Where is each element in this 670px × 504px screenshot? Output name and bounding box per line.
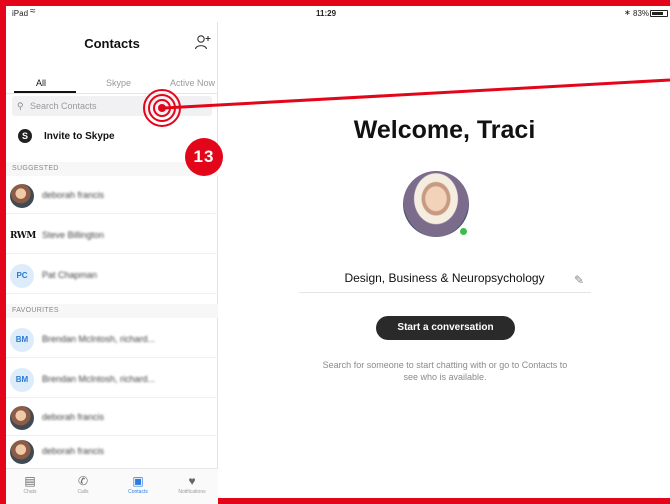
tab-contacts[interactable]: ▣ Contacts: [118, 474, 158, 495]
avatar: [10, 440, 34, 464]
search-icon: ⚲: [17, 101, 24, 111]
contact-name: Brendan McIntosh, richard...: [42, 334, 156, 344]
status-bar: iPad ≈ 11:29 ∗ 83%: [6, 6, 670, 22]
welcome-heading: Welcome, Traci: [353, 116, 536, 144]
list-item[interactable]: deborah francis: [6, 434, 218, 470]
avatar: [10, 184, 34, 208]
contacts-sidebar: Contacts All Skype Active Now ⚲ Search C…: [6, 22, 218, 504]
invite-label: Invite to Skype: [44, 131, 115, 142]
mood-message[interactable]: Design, Business & Neuropsychology: [219, 271, 670, 285]
start-hint-text: Search for someone to start chatting wit…: [322, 360, 568, 382]
battery-percent: 83%: [633, 9, 650, 18]
tab-notifications[interactable]: ♥ Notifications: [172, 474, 212, 495]
avatar: [10, 406, 34, 430]
tab-label: Chats: [23, 489, 37, 495]
online-status-indicator: [458, 226, 469, 237]
device-label: iPad: [12, 9, 29, 18]
mood-underline: [299, 292, 591, 293]
contact-name: deborah francis: [42, 446, 105, 456]
bell-icon: ♥: [188, 474, 196, 488]
tab-chats[interactable]: ▤ Chats: [10, 474, 50, 495]
search-placeholder: Search Contacts: [30, 101, 97, 111]
list-item[interactable]: BM Brendan McIntosh, richard...: [6, 322, 218, 358]
add-contact-icon[interactable]: [194, 33, 212, 51]
section-favourites: FAVOURITES: [6, 304, 218, 318]
tab-calls[interactable]: ✆ Calls: [63, 474, 103, 495]
contacts-icon: ▣: [132, 474, 144, 488]
tab-active-now[interactable]: Active Now: [170, 78, 215, 88]
invite-to-skype-button[interactable]: S Invite to Skype: [6, 126, 218, 150]
list-item[interactable]: deborah francis: [6, 178, 218, 214]
tab-divider: [6, 93, 218, 94]
bluetooth-icon: ∗: [624, 8, 631, 17]
phone-icon: ✆: [77, 474, 89, 488]
start-conversation-button[interactable]: Start a conversation: [376, 316, 515, 340]
list-item[interactable]: BM Brendan McIntosh, richard...: [6, 362, 218, 398]
sidebar-title: Contacts: [84, 36, 140, 51]
wifi-icon: ≈: [30, 6, 36, 17]
list-item[interactable]: PC Pat Chapman: [6, 258, 218, 294]
list-item[interactable]: deborah francis: [6, 400, 218, 436]
tab-skype[interactable]: Skype: [106, 78, 131, 88]
status-time: 11:29: [316, 9, 337, 18]
avatar: PC: [10, 264, 34, 288]
tab-label: Calls: [77, 489, 89, 495]
bottom-tab-bar: ▤ Chats ✆ Calls ▣ Contacts ♥ Notificatio…: [6, 468, 218, 504]
avatar: BM: [10, 368, 34, 392]
edit-pencil-icon[interactable]: ✎: [574, 273, 584, 287]
tab-label: Notifications: [178, 489, 206, 495]
step-number-badge: 13: [185, 138, 223, 176]
contact-name: deborah francis: [42, 190, 105, 200]
skype-logo-icon: S: [18, 129, 32, 143]
search-input[interactable]: ⚲ Search Contacts: [12, 96, 212, 116]
contact-name: Steve Billington: [42, 230, 105, 240]
welcome-panel: Welcome, Traci Design, Business & Neurop…: [219, 22, 670, 504]
avatar: BM: [10, 328, 34, 352]
contact-name: Pat Chapman: [42, 270, 98, 280]
list-item[interactable]: RWM Steve Billington: [6, 218, 218, 254]
battery-icon: [650, 10, 668, 17]
avatar: RWM: [10, 231, 36, 241]
contact-name: deborah francis: [42, 412, 105, 422]
tab-all[interactable]: All: [36, 78, 46, 88]
contact-name: Brendan McIntosh, richard...: [42, 374, 156, 384]
chat-icon: ▤: [24, 474, 36, 488]
tab-label: Contacts: [128, 489, 148, 495]
